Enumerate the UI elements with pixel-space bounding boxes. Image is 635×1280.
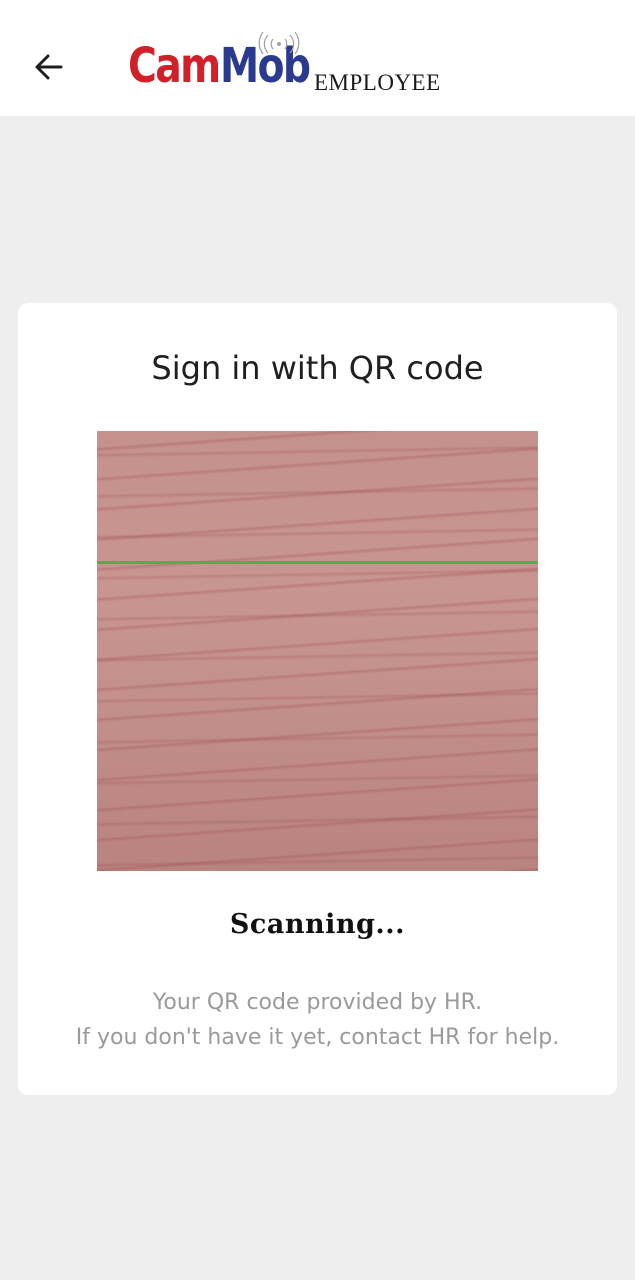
arrow-left-icon: [35, 54, 63, 80]
qr-signin-card: Sign in with QR code Scanning... Your QR…: [18, 303, 617, 1095]
help-text-line2: If you don't have it yet, contact HR for…: [75, 1025, 560, 1050]
help-text-line1: Your QR code provided by HR.: [152, 990, 483, 1015]
back-button[interactable]: [26, 44, 72, 90]
scan-status: Scanning...: [229, 909, 406, 940]
app-header: Cam Mob EMPLOYEE: [0, 0, 635, 116]
scan-line: [97, 561, 538, 564]
card-title: Sign in with QR code: [151, 349, 484, 387]
logo-cam-text: Cam: [128, 38, 221, 94]
cammob-logo: Cam Mob EMPLOYEE: [128, 30, 458, 100]
signal-waves-icon: [258, 31, 300, 54]
qr-camera-view[interactable]: [97, 431, 538, 871]
logo-employee-text: EMPLOYEE: [314, 70, 441, 95]
help-text: Your QR code provided by HR. If you don'…: [18, 985, 617, 1055]
